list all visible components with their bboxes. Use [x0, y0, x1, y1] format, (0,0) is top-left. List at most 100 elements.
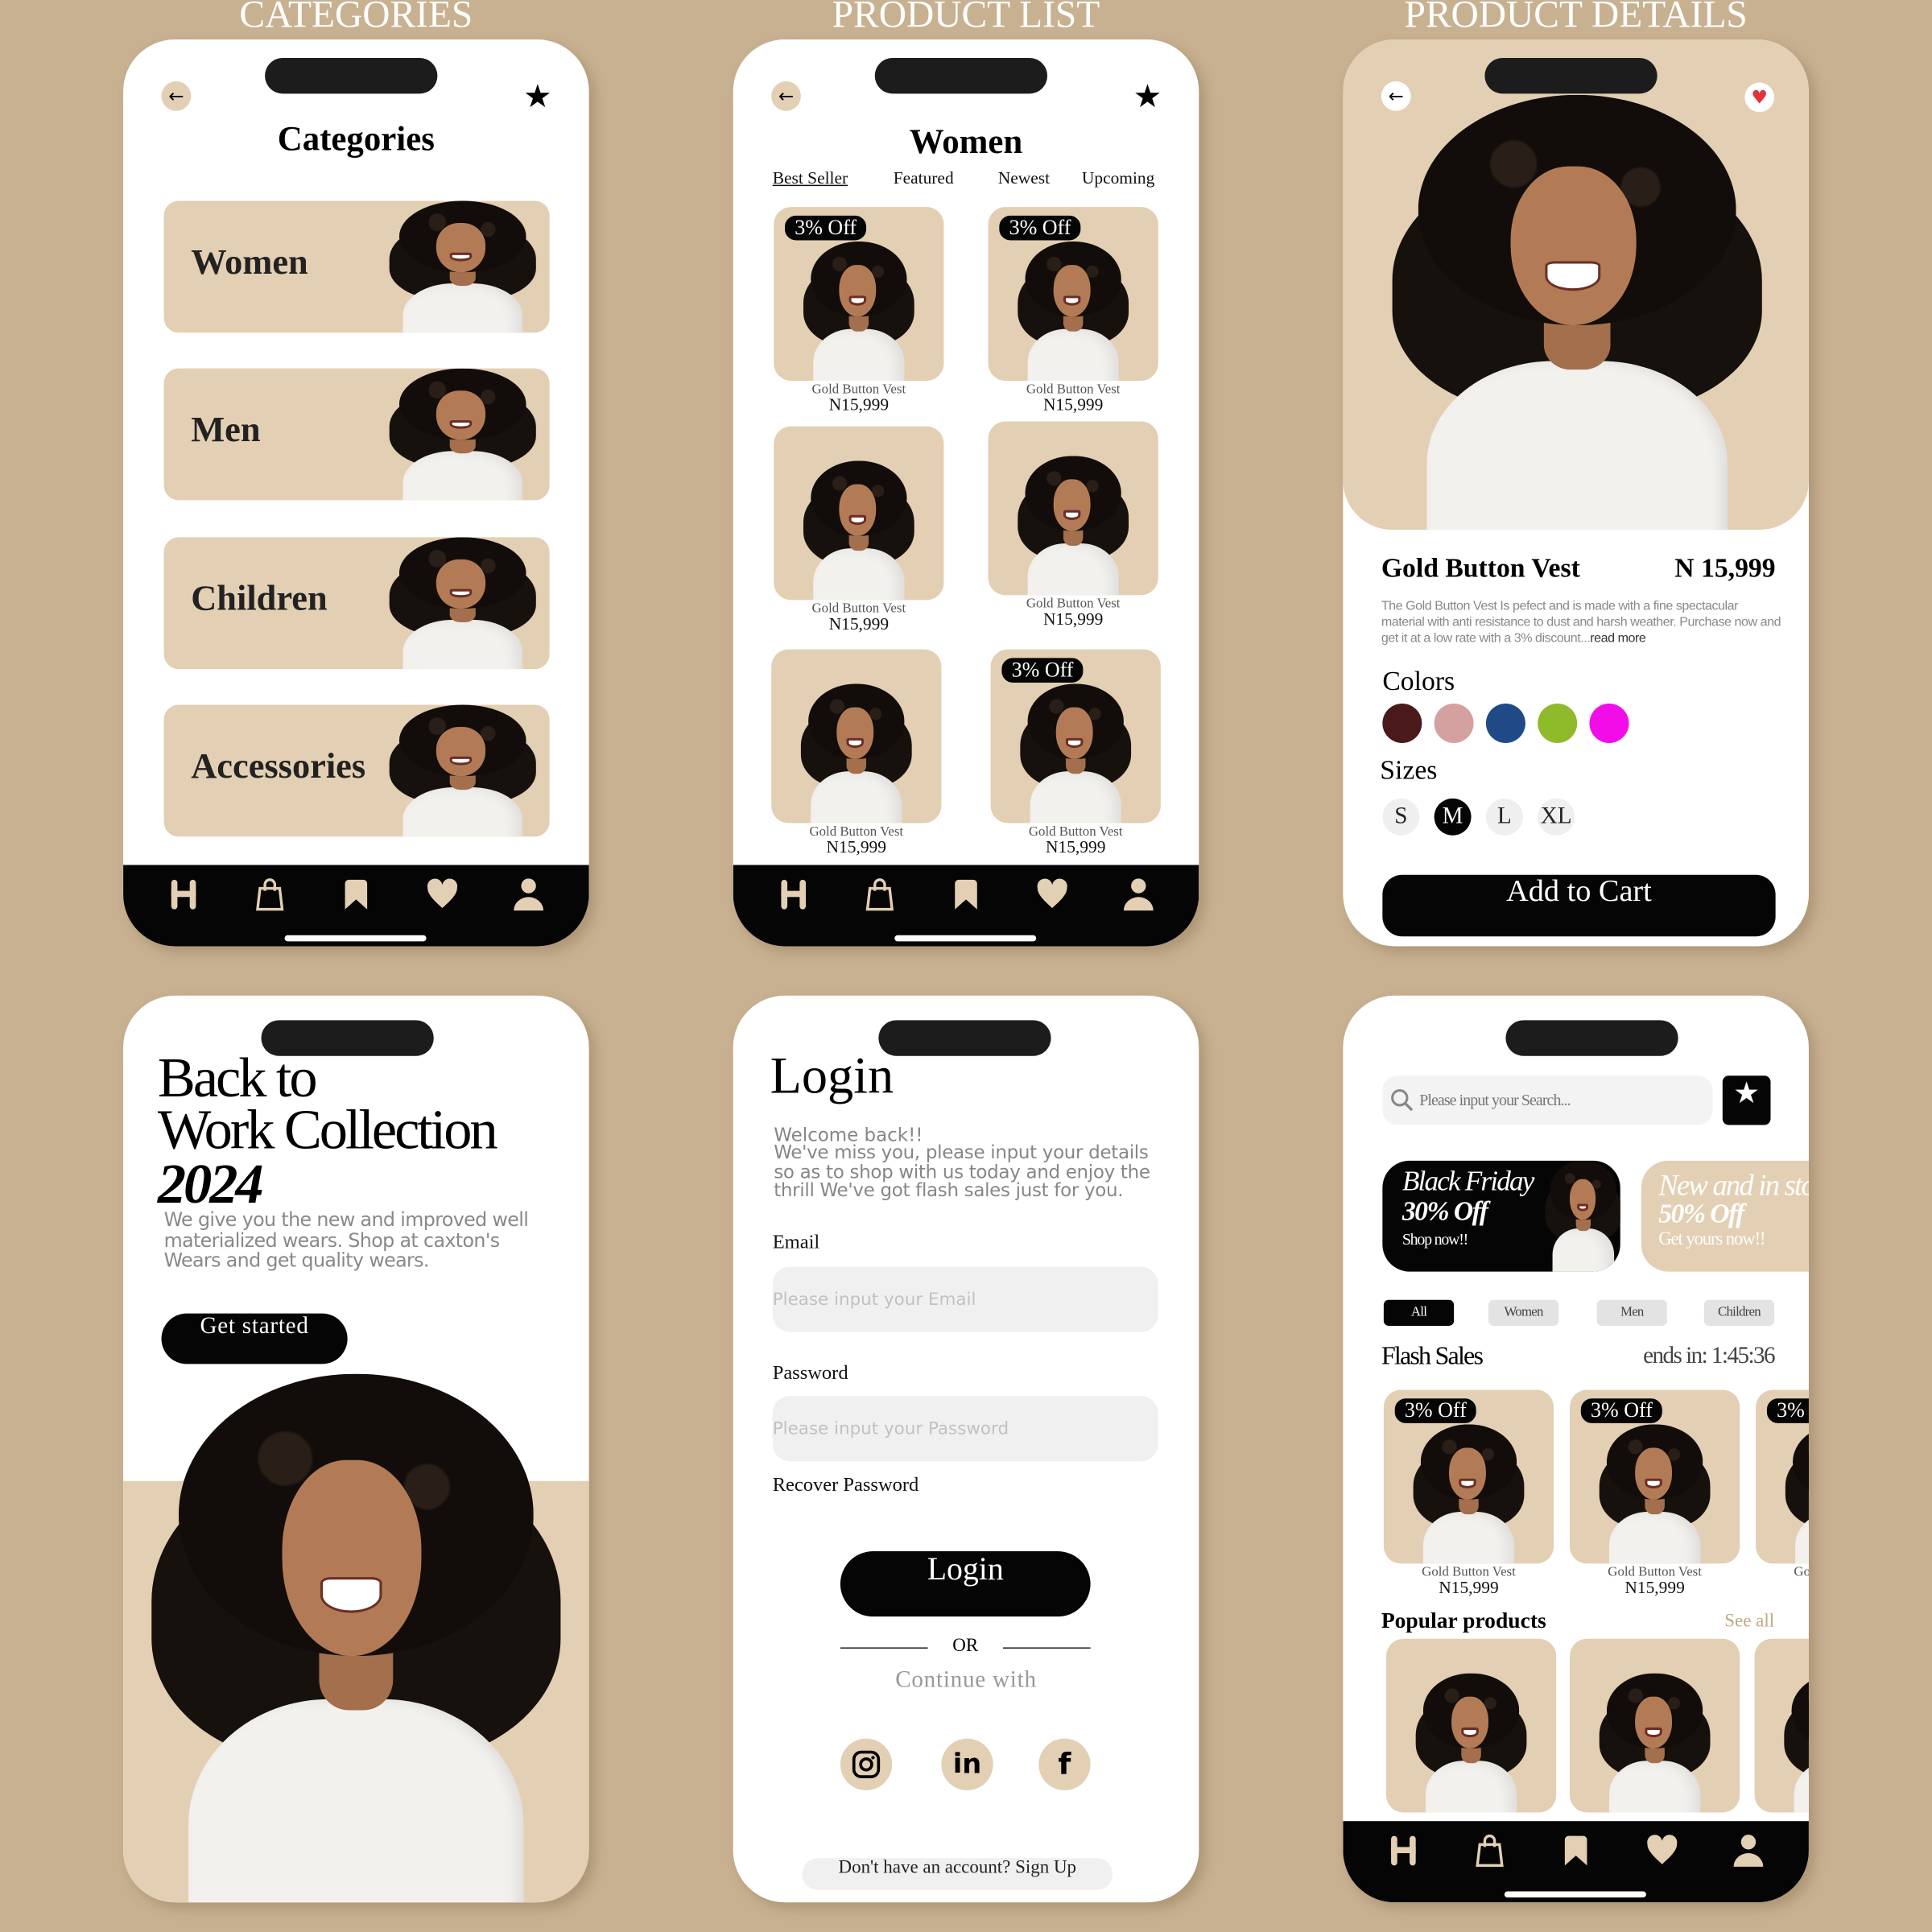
product-card[interactable] — [771, 649, 942, 824]
product-name: Gold Button Vest — [1381, 551, 1580, 583]
product-name: Gold Button Vest — [1026, 596, 1121, 612]
divider — [1002, 1647, 1091, 1649]
color-swatch[interactable] — [1434, 703, 1474, 743]
banner-black-friday[interactable]: Black Friday 30% Off Shop now!! — [1382, 1160, 1620, 1272]
model-photo — [1778, 1424, 1809, 1564]
popular-product-card[interactable] — [1385, 1638, 1557, 1813]
model-photo — [796, 241, 922, 381]
star-icon[interactable]: ★ — [523, 79, 552, 116]
model-photo — [1010, 456, 1136, 596]
nav-item-4[interactable] — [513, 877, 545, 919]
get-started-button[interactable]: Get started — [161, 1313, 348, 1364]
signup-link[interactable]: Don't have an account? Sign Up — [802, 1858, 1113, 1890]
size-option-s[interactable]: S — [1382, 798, 1420, 836]
login-button[interactable]: Login — [840, 1551, 1091, 1617]
linkedin-icon[interactable]: in — [941, 1738, 993, 1790]
heart-icon — [1037, 878, 1067, 909]
favorite-heart-icon[interactable]: ♥ — [1744, 82, 1775, 113]
bottom-nav — [1343, 1821, 1809, 1903]
category-card-accessories[interactable]: Accessories — [163, 704, 550, 837]
color-swatch[interactable] — [1382, 703, 1422, 743]
product-card[interactable] — [774, 426, 944, 601]
password-input[interactable] — [772, 1396, 1158, 1462]
discount-badge: 3% Off — [1765, 1397, 1809, 1425]
nav-item-1[interactable] — [254, 877, 286, 919]
nav-item-3[interactable] — [427, 877, 459, 919]
nav-item-2[interactable] — [950, 877, 982, 919]
product-caption: Gold Button Vest N15,999 — [1570, 1565, 1740, 1600]
user-icon — [1733, 1835, 1764, 1867]
search-input[interactable] — [1419, 1075, 1703, 1125]
notch — [1505, 1020, 1678, 1056]
product-price: N15,999 — [828, 616, 890, 635]
nav-item-1[interactable] — [864, 877, 896, 919]
tab-best-seller[interactable]: Best Seller — [773, 170, 848, 189]
back-button[interactable]: ← — [161, 81, 192, 111]
model-photo — [796, 460, 922, 601]
nav-item-3[interactable] — [1036, 877, 1068, 919]
product-name: Gold Button Vest — [811, 382, 906, 397]
popular-product-card[interactable] — [1569, 1638, 1740, 1813]
category-card-women[interactable]: Women — [163, 200, 550, 333]
add-to-cart-button[interactable]: Add to Cart — [1382, 874, 1776, 937]
size-option-xl[interactable]: XL — [1538, 798, 1575, 836]
star-icon[interactable]: ★ — [1133, 79, 1162, 116]
category-card-children[interactable]: Children — [163, 537, 550, 670]
tab-upcoming[interactable]: Upcoming — [1082, 170, 1154, 189]
product-caption: Gold Button Vest N15,999 — [989, 382, 1158, 416]
product-card[interactable]: 3% Off — [774, 207, 944, 381]
product-card[interactable]: 3% Off — [1569, 1389, 1740, 1564]
nav-item-4[interactable] — [1732, 1834, 1765, 1875]
nav-item-0[interactable] — [167, 877, 200, 919]
color-swatch[interactable] — [1589, 703, 1629, 743]
nav-item-2[interactable] — [1560, 1834, 1592, 1875]
product-card[interactable] — [988, 421, 1158, 596]
color-swatch[interactable] — [1538, 703, 1578, 743]
size-option-l[interactable]: L — [1485, 798, 1523, 836]
filter-chip-all[interactable]: All — [1383, 1299, 1455, 1326]
onboarding-screen: Back to Work Collection 2024 We give you… — [123, 995, 589, 1903]
banner-new-in-stock[interactable]: New and in stock 50% Off Get yours now!! — [1641, 1160, 1809, 1272]
category-card-men[interactable]: Men — [163, 368, 550, 501]
product-card[interactable]: 3% Off — [1756, 1389, 1809, 1564]
facebook-icon[interactable]: f — [1038, 1738, 1091, 1790]
product-card[interactable]: 3% Off — [990, 649, 1161, 824]
categories-screen: ← ★ Categories Women Men Children Access… — [123, 39, 589, 947]
tab-featured[interactable]: Featured — [894, 170, 954, 189]
nav-item-1[interactable] — [1474, 1834, 1506, 1875]
star-icon[interactable]: ★ — [1722, 1075, 1771, 1125]
back-button[interactable]: ← — [771, 81, 801, 111]
product-price: N15,999 — [1624, 1579, 1685, 1599]
discount-badge: 3% Off — [1393, 1397, 1478, 1425]
filter-chip-women[interactable]: Women — [1488, 1299, 1559, 1326]
model-photo — [1368, 94, 1786, 530]
model-photo — [379, 200, 546, 333]
nav-item-2[interactable] — [340, 877, 372, 919]
nav-item-0[interactable] — [778, 877, 810, 919]
color-swatch[interactable] — [1485, 703, 1525, 743]
sizes-label: Sizes — [1380, 753, 1438, 785]
model-photo — [379, 368, 546, 501]
bottom-nav — [123, 865, 589, 947]
arrow-left-icon: ← — [168, 85, 184, 108]
filter-chip-children[interactable]: Children — [1703, 1299, 1775, 1326]
nav-item-3[interactable] — [1646, 1834, 1678, 1875]
model-photo — [1777, 1673, 1809, 1813]
search-bar[interactable] — [1382, 1075, 1713, 1125]
size-option-m[interactable]: M — [1434, 798, 1472, 836]
read-more-link[interactable]: read more — [1590, 631, 1646, 646]
recover-password-link[interactable]: Recover Password — [773, 1475, 919, 1497]
see-all-link[interactable]: See all — [1724, 1612, 1774, 1633]
product-card[interactable]: 3% Off — [1383, 1389, 1554, 1564]
tab-newest[interactable]: Newest — [998, 170, 1050, 189]
email-input[interactable] — [772, 1266, 1158, 1332]
popular-product-card[interactable] — [1754, 1638, 1809, 1813]
filter-chip-men[interactable]: Men — [1596, 1299, 1667, 1326]
nav-item-0[interactable] — [1387, 1834, 1419, 1875]
product-price: N15,999 — [828, 396, 890, 415]
home-indicator — [1504, 1891, 1646, 1898]
product-card[interactable]: 3% Off — [988, 207, 1158, 381]
back-button[interactable]: ← — [1381, 81, 1411, 111]
nav-item-4[interactable] — [1122, 877, 1154, 919]
instagram-icon[interactable] — [840, 1738, 893, 1790]
